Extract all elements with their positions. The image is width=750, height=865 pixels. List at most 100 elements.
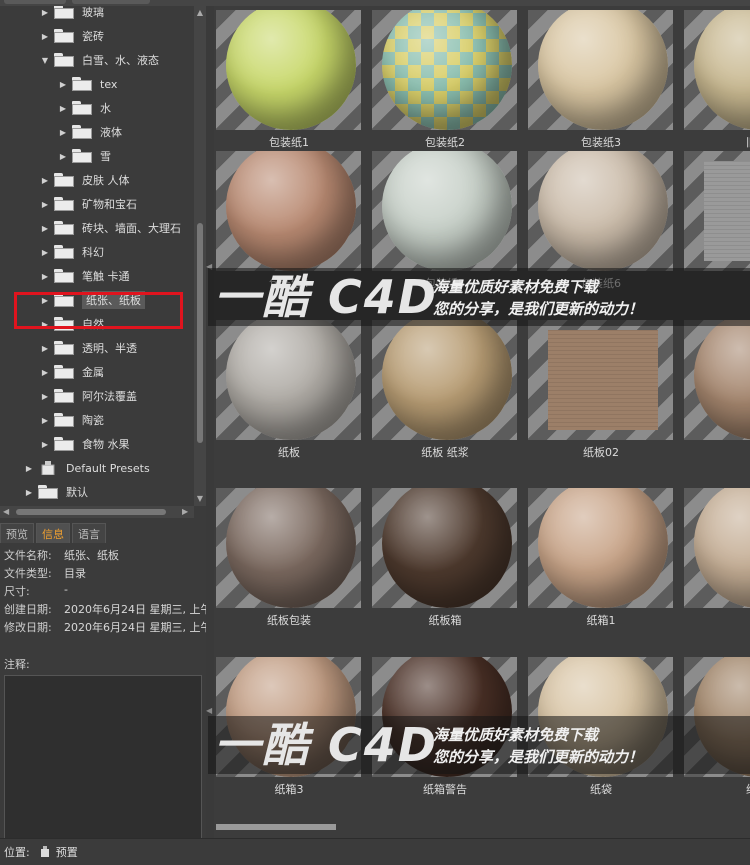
size-value: -: [64, 583, 68, 596]
material-cell[interactable]: 包装纸2: [370, 10, 520, 173]
expand-arrow-icon[interactable]: ▶: [40, 8, 50, 17]
expand-arrow-icon[interactable]: ▶: [40, 440, 50, 449]
material-cell[interactable]: 纸板 纸浆: [370, 320, 520, 483]
tree-horizontal-scrollbar[interactable]: ◀ ▶: [0, 506, 194, 518]
tree-item[interactable]: ▶ 食物 水果: [40, 432, 130, 456]
tree-vertical-scrollbar[interactable]: ▲ ▼: [194, 6, 206, 506]
tree-item[interactable]: ▶ 水: [58, 96, 111, 120]
tree-item[interactable]: ▶ 玻璃: [40, 6, 104, 24]
tree-item[interactable]: ▶ Default Presets: [24, 456, 150, 480]
tree-item[interactable]: ▶ 液体: [58, 120, 122, 144]
material-thumbnail[interactable]: [684, 10, 750, 130]
expand-arrow-icon[interactable]: ▶: [40, 248, 50, 257]
expand-arrow-icon[interactable]: ▶: [40, 416, 50, 425]
expand-arrow-icon[interactable]: ▶: [24, 488, 34, 497]
material-thumbnail[interactable]: [528, 151, 673, 271]
material-sphere: [226, 151, 356, 271]
tree-item[interactable]: ▶ tex: [58, 72, 117, 96]
material-cell[interactable]: 纸板箱: [370, 488, 520, 651]
material-sphere: [538, 488, 668, 608]
expand-arrow-icon[interactable]: ▶: [40, 368, 50, 377]
material-thumbnail[interactable]: [528, 10, 673, 130]
material-thumbnail[interactable]: [216, 151, 361, 271]
material-thumbnail[interactable]: [528, 320, 673, 440]
tree-item[interactable]: ▶ 瓷砖: [40, 24, 104, 48]
tree-item[interactable]: ▶ 科幻: [40, 240, 104, 264]
expand-arrow-icon[interactable]: ▶: [40, 344, 50, 353]
tree-item[interactable]: ▶ 笔触 卡通: [40, 264, 130, 288]
material-thumbnail[interactable]: [372, 488, 517, 608]
material-thumbnail[interactable]: [684, 320, 750, 440]
tree-item-label: 水: [100, 102, 111, 115]
expand-arrow-icon[interactable]: ▶: [58, 80, 68, 89]
scroll-right-icon[interactable]: ▶: [182, 507, 188, 516]
tree-item[interactable]: ▶ 陶瓷: [40, 408, 104, 432]
preset-icon: [40, 846, 50, 858]
tab-preview[interactable]: 预览: [0, 523, 34, 543]
material-cell[interactable]: 包装纸1: [214, 10, 364, 173]
material-thumbnail[interactable]: [372, 320, 517, 440]
material-cell[interactable]: 包装纸3: [526, 10, 676, 173]
material-cell[interactable]: 纸板包装: [214, 488, 364, 651]
material-cell[interactable]: 纸: [682, 320, 750, 483]
expand-arrow-icon[interactable]: ▶: [58, 104, 68, 113]
material-name: 包装纸3: [581, 136, 621, 149]
folder-icon: [54, 221, 76, 235]
material-thumbnail[interactable]: [684, 151, 750, 271]
panel-splitter[interactable]: ◀ ◀: [206, 6, 214, 838]
material-thumbnail[interactable]: [216, 10, 361, 130]
material-thumbnail[interactable]: [528, 488, 673, 608]
material-name: 旧地: [682, 134, 750, 150]
scrollbar-thumb[interactable]: [197, 223, 203, 443]
tree-item[interactable]: ▶ 透明、半透: [40, 336, 137, 360]
tree-item-label: 砖块、墙面、大理石: [82, 222, 181, 235]
expand-arrow-open-icon[interactable]: ▼: [40, 56, 50, 65]
expand-arrow-icon[interactable]: ▶: [40, 176, 50, 185]
tree-item-label: 透明、半透: [82, 342, 137, 355]
tree-item[interactable]: ▶ 雪: [58, 144, 111, 168]
toolbar-button[interactable]: [72, 0, 150, 4]
expand-arrow-icon[interactable]: ▶: [40, 224, 50, 233]
tree-item[interactable]: ▶ 皮肤 人体: [40, 168, 130, 192]
expand-arrow-icon[interactable]: ▶: [40, 32, 50, 41]
material-name: 纸箱1: [586, 614, 616, 627]
scroll-left-icon[interactable]: ◀: [3, 507, 9, 516]
created-label: 创建日期:: [4, 603, 52, 616]
tree-item[interactable]: ▶ 砖块、墙面、大理石: [40, 216, 181, 240]
grid-scrollbar[interactable]: [216, 824, 336, 830]
scrollbar-thumb[interactable]: [16, 509, 166, 515]
scroll-up-icon[interactable]: ▲: [195, 8, 205, 18]
material-cell[interactable]: 纸箱1: [526, 488, 676, 651]
tab-language[interactable]: 语言: [72, 523, 106, 543]
material-name: 纸箱警告: [423, 783, 467, 796]
expand-arrow-icon[interactable]: ▶: [40, 200, 50, 209]
tree-item[interactable]: ▶ 阿尔法覆盖: [40, 384, 137, 408]
watermark-line2: 您的分享，是我们更新的动力！: [433, 300, 644, 318]
folder-icon: [54, 413, 76, 427]
material-thumbnail[interactable]: [684, 488, 750, 608]
tree-item[interactable]: ▼ 白雪、水、液态: [40, 48, 159, 72]
material-thumbnail[interactable]: [216, 488, 361, 608]
material-thumbnail[interactable]: [372, 10, 517, 130]
notes-textarea[interactable]: [4, 675, 202, 839]
material-thumbnail[interactable]: [372, 151, 517, 271]
expand-arrow-icon[interactable]: ▶: [58, 152, 68, 161]
expand-arrow-icon[interactable]: ▶: [40, 272, 50, 281]
material-cell[interactable]: 旧地: [682, 10, 750, 173]
expand-arrow-icon[interactable]: ▶: [24, 464, 34, 473]
material-cell[interactable]: 纸板: [214, 320, 364, 483]
material-name: 纸板 纸浆: [421, 446, 469, 459]
toolbar-button[interactable]: [4, 0, 66, 4]
tree-item[interactable]: ▶ 矿物和宝石: [40, 192, 137, 216]
material-thumbnail[interactable]: [216, 320, 361, 440]
material-cell[interactable]: 纸: [682, 488, 750, 651]
tree-item-label: 陶瓷: [82, 414, 104, 427]
expand-arrow-icon[interactable]: ▶: [58, 128, 68, 137]
tree-item-label: 雪: [100, 150, 111, 163]
material-cell[interactable]: 纸板02: [526, 320, 676, 483]
tab-info[interactable]: 信息: [36, 523, 70, 543]
expand-arrow-icon[interactable]: ▶: [40, 392, 50, 401]
scroll-down-icon[interactable]: ▼: [195, 494, 205, 504]
tree-item[interactable]: ▶ 默认: [24, 480, 88, 504]
tree-item[interactable]: ▶ 金属: [40, 360, 104, 384]
